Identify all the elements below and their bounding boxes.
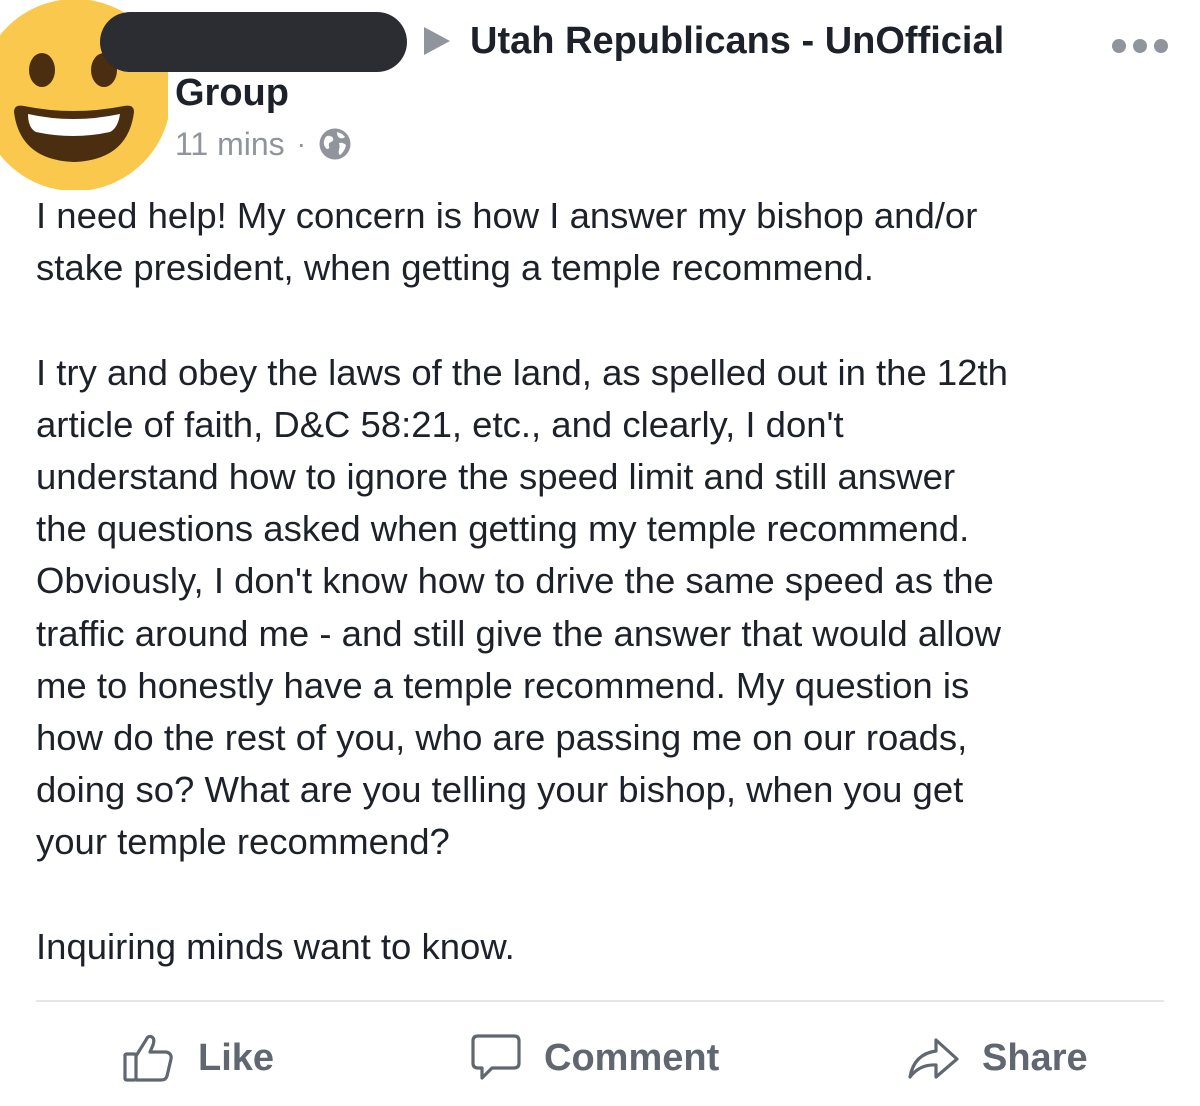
post-line: understand how to ignore the speed limit… [36,456,956,497]
post-line: Obviously, I don't know how to drive the… [36,560,994,602]
more-options-icon[interactable] [1112,38,1168,54]
dot [1133,39,1147,53]
thumbs-up-icon [123,1034,173,1082]
comment-label: Comment [544,1036,720,1079]
post-line: I need help! My concern is how I answer … [36,195,978,236]
comment-button[interactable]: Comment [470,1032,719,1084]
post-line: Inquiring minds want to know. [36,925,515,967]
post-line: doing so? What are you telling your bish… [36,769,964,811]
share-label: Share [982,1036,1088,1079]
post-line: article of faith, D&C 58:21, etc., and c… [36,403,844,445]
dot [1112,39,1126,53]
post-paragraph: Inquiring minds want to know. [36,921,1176,973]
post-paragraph: I need help! My concern is how I answer … [36,190,1176,294]
post-line: me to honestly have a temple recommend. … [36,664,970,706]
share-button[interactable]: Share [906,1032,1088,1084]
timestamp[interactable]: 11 mins [175,126,285,163]
post-line: how do the rest of you, who are passing … [36,717,968,759]
dot [1154,39,1168,53]
action-bar: Like Comment Share [0,1004,1200,1106]
post-body: I need help! My concern is how I answer … [36,190,1176,973]
globe-icon[interactable] [318,127,352,161]
redacted-author-name [100,12,407,72]
post-line: stake president, when getting a temple r… [36,247,874,289]
post-meta: 11 mins · [175,124,352,164]
group-name-continued[interactable]: Group [175,70,289,116]
triangle-arrow-icon [424,27,450,55]
group-name[interactable]: Utah Republicans - UnOfficial [470,18,1004,64]
post-line: I try and obey the laws of the land, as … [36,351,1008,393]
post-line: the questions asked when getting my temp… [36,508,970,550]
post-line: traffic around me - and still give the a… [36,612,1002,654]
like-label: Like [198,1036,275,1079]
comment-bubble-icon [471,1034,521,1080]
share-arrow-icon [908,1038,959,1079]
post-paragraph: I try and obey the laws of the land, as … [36,347,1176,869]
facebook-post: Utah Republicans - UnOfficial Group 11 m… [0,0,1200,1106]
divider [36,1000,1164,1002]
separator: · [296,128,306,159]
like-button[interactable]: Like [122,1032,274,1084]
post-line: your temple recommend? [36,821,450,863]
